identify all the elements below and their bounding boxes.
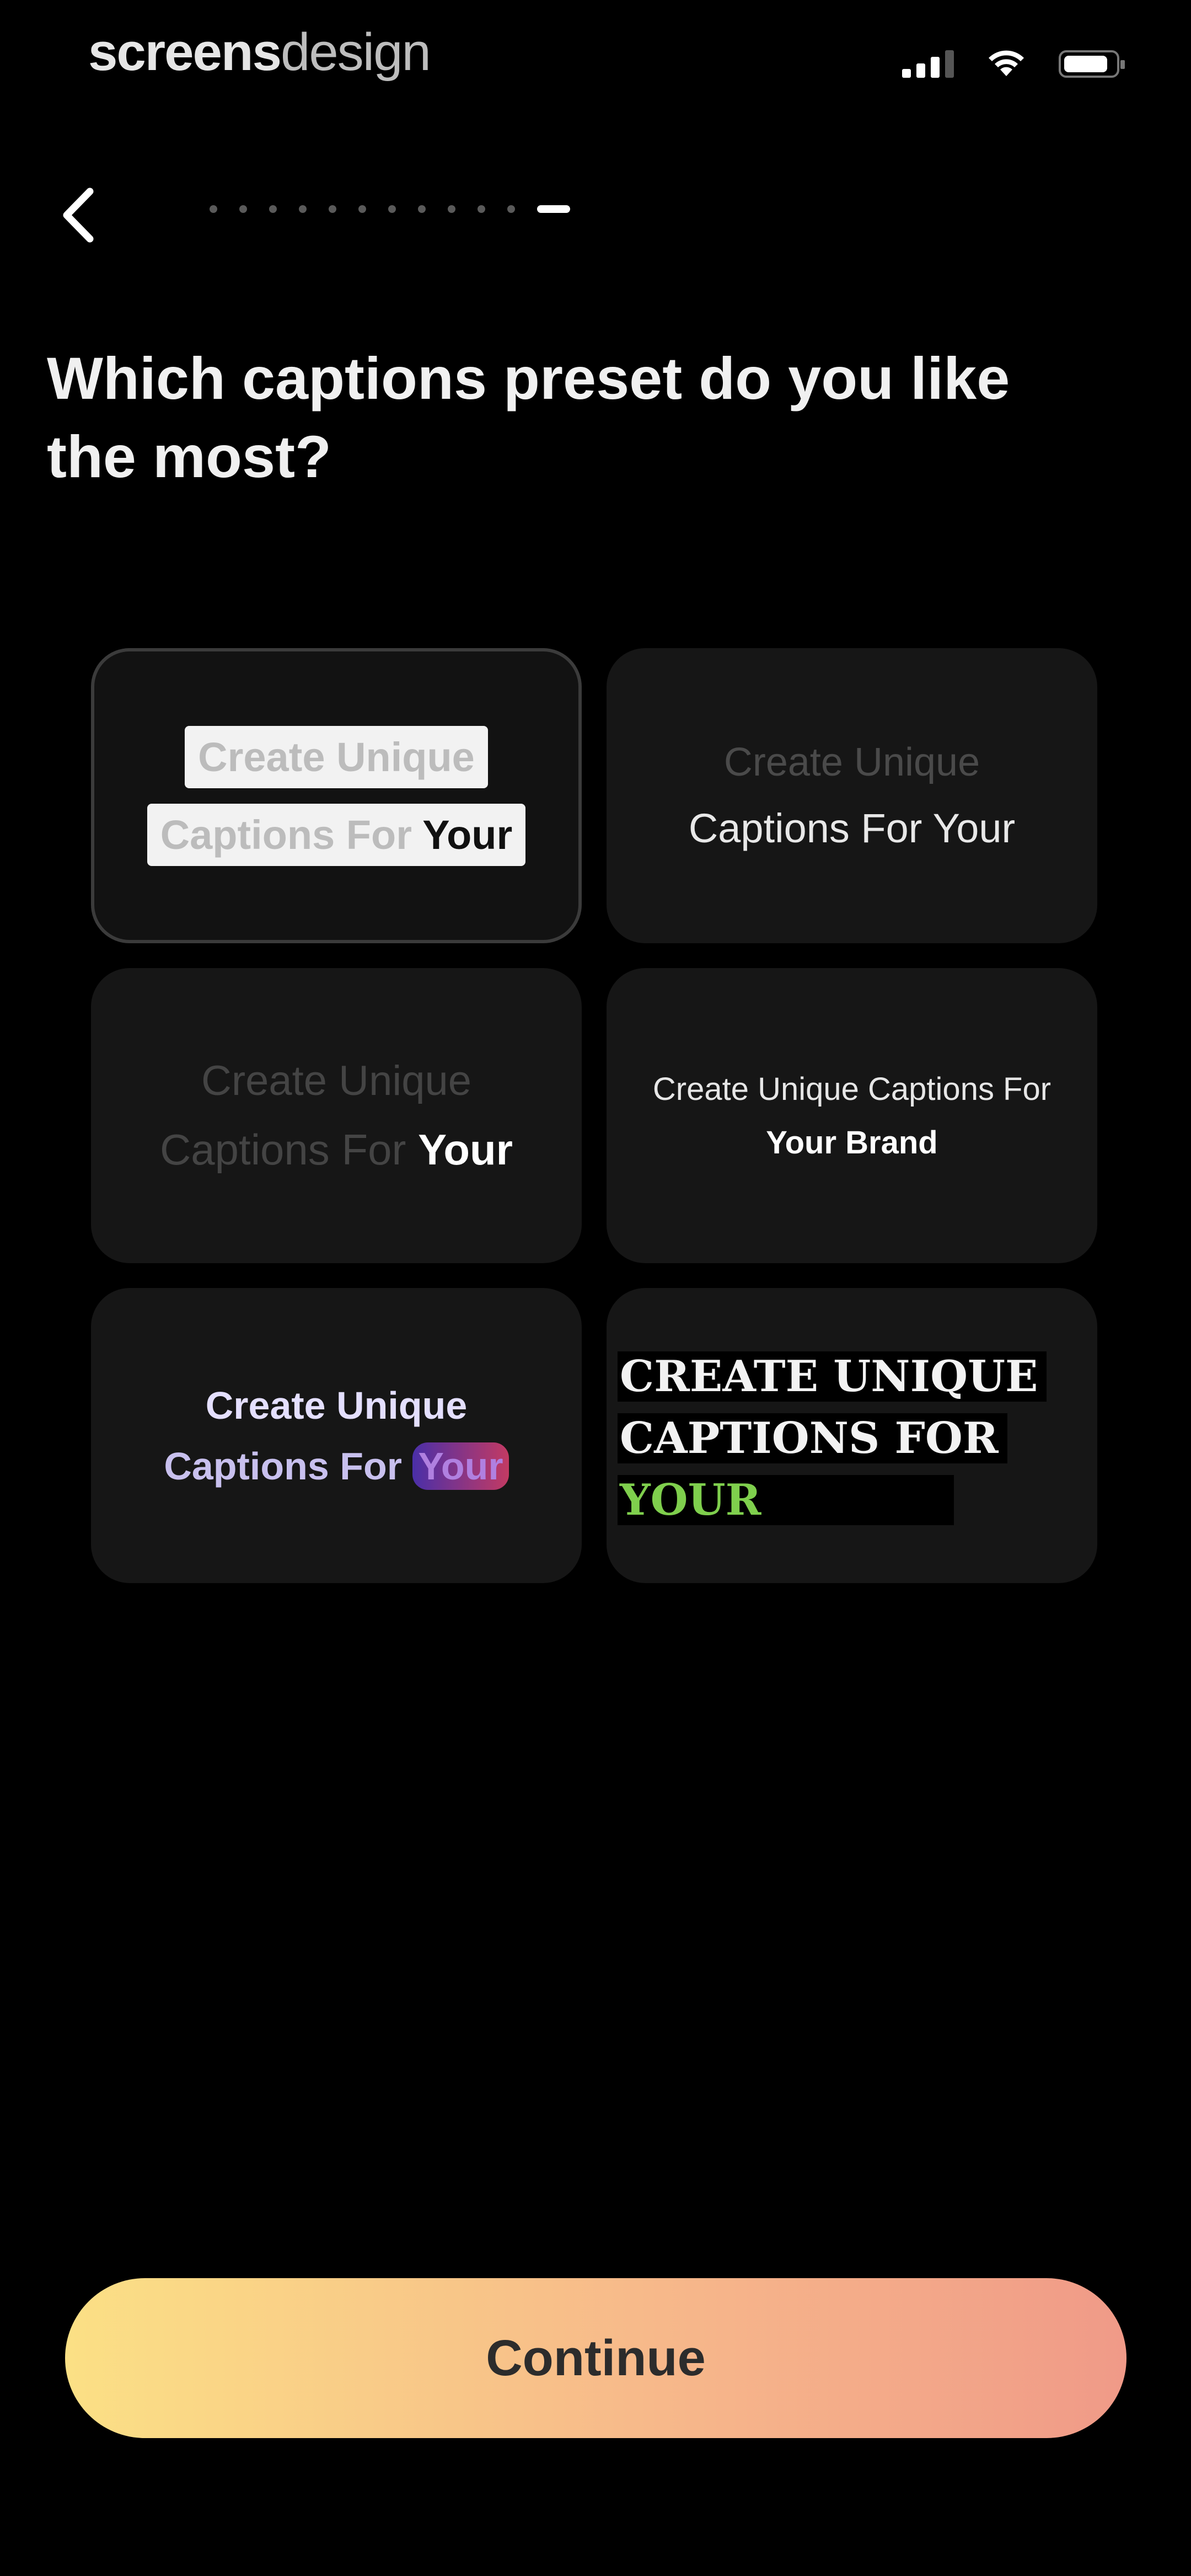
brand-bold: screens bbox=[88, 23, 282, 82]
battery-icon bbox=[1059, 50, 1125, 78]
status-icons bbox=[902, 50, 1125, 78]
page-title: Which captions preset do you like the mo… bbox=[47, 345, 1010, 490]
progress-dot bbox=[478, 205, 485, 213]
preset-preview: Create Unique Captions For Your bbox=[147, 725, 526, 866]
continue-button[interactable]: Continue bbox=[65, 2278, 1126, 2438]
preset-line-2: CAPTIONS FOR bbox=[618, 1413, 1007, 1463]
progress-dot bbox=[388, 205, 396, 213]
status-bar: screensdesign bbox=[0, 0, 1191, 127]
preset-preview: Create Unique Captions For Your bbox=[160, 1057, 513, 1175]
preset-grid: Create Unique Captions For Your Create U… bbox=[91, 648, 1100, 1583]
progress-dot bbox=[299, 205, 307, 213]
preset-line-2: Captions For Your bbox=[159, 1125, 513, 1174]
preset-card-6[interactable]: CREATE UNIQUE CAPTIONS FOR YOUR bbox=[607, 1288, 1097, 1583]
progress-dot bbox=[418, 205, 426, 213]
progress-dot bbox=[448, 205, 455, 213]
preset-line-2: Captions For Your bbox=[688, 805, 1016, 851]
progress-dot bbox=[269, 205, 277, 213]
preset-line-2: Your Brand bbox=[766, 1124, 938, 1161]
chevron-left-icon bbox=[63, 188, 94, 243]
preset-line-2: Captions For Your bbox=[164, 1442, 509, 1490]
preset-line-1: Create Unique bbox=[205, 1383, 468, 1427]
preset-line-1: Create Unique bbox=[185, 725, 488, 788]
wifi-icon bbox=[989, 50, 1024, 76]
preset-card-3[interactable]: Create Unique Captions For Your bbox=[91, 968, 582, 1263]
progress-dot bbox=[507, 205, 515, 213]
brand-light: design bbox=[280, 23, 431, 82]
preset-preview: Create Unique Captions For Your bbox=[689, 740, 1015, 852]
preset-preview: Create Unique Captions For Your bbox=[164, 1383, 509, 1490]
preset-card-5[interactable]: Create Unique Captions For Your bbox=[91, 1288, 582, 1583]
progress-indicator bbox=[210, 205, 570, 213]
preset-line-3: YOUR bbox=[618, 1475, 954, 1525]
preset-card-4[interactable]: Create Unique Captions For Your Brand bbox=[607, 968, 1097, 1263]
preset-line-1: CREATE UNIQUE bbox=[618, 1351, 1047, 1402]
progress-dot bbox=[358, 205, 366, 213]
preset-preview: Create Unique Captions For Your Brand bbox=[653, 1071, 1051, 1161]
progress-dot bbox=[210, 205, 217, 213]
brand-watermark: screensdesign bbox=[88, 22, 431, 83]
preset-line-1: Create Unique Captions For bbox=[652, 1071, 1051, 1107]
preset-preview: CREATE UNIQUE CAPTIONS FOR YOUR bbox=[607, 1288, 1047, 1531]
preset-line-1: Create Unique bbox=[201, 1057, 472, 1104]
signal-icon bbox=[902, 50, 954, 78]
preset-card-2[interactable]: Create Unique Captions For Your bbox=[607, 648, 1097, 943]
back-button[interactable] bbox=[50, 177, 105, 254]
progress-dot bbox=[239, 205, 247, 213]
progress-dot bbox=[329, 205, 336, 213]
preset-line-1: Create Unique bbox=[723, 740, 980, 784]
preset-line-2: Captions For Your bbox=[147, 803, 526, 866]
progress-dot-current bbox=[537, 205, 570, 213]
preset-card-1[interactable]: Create Unique Captions For Your bbox=[91, 648, 582, 943]
